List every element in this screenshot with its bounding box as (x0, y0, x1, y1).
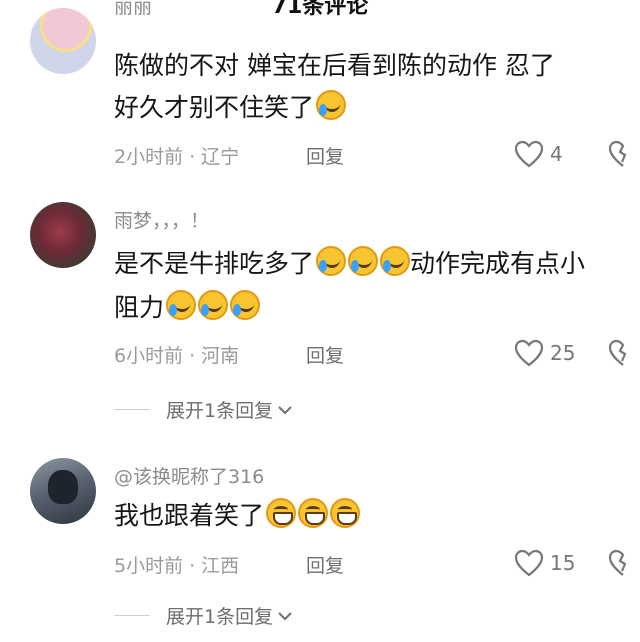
laughing-tears-emoji (316, 246, 347, 276)
heart-outline-icon (514, 140, 544, 168)
reply-button[interactable]: 回复 (306, 341, 344, 368)
comment-time: 6小时前 (114, 345, 184, 367)
chevron-down-icon (278, 611, 292, 620)
comment-username[interactable]: @该换昵称了316 (114, 462, 264, 489)
avatar[interactable] (30, 458, 96, 524)
laughing-tears-emoji (316, 90, 347, 120)
laughing-tears-emoji (198, 290, 229, 320)
laughing-tears-emoji (166, 290, 197, 320)
like-button[interactable]: 15 (514, 549, 575, 577)
grinning-emoji (298, 498, 329, 528)
expand-replies-button[interactable]: 展开1条回复 (114, 396, 293, 423)
like-count: 25 (550, 341, 576, 365)
broken-heart-icon (608, 140, 627, 167)
chevron-down-icon (278, 405, 292, 414)
comment-text-line: 阻力 (114, 282, 261, 334)
dislike-button[interactable] (608, 339, 638, 371)
expand-replies-button[interactable]: 展开1条回复 (114, 602, 293, 629)
grinning-emoji (266, 498, 297, 528)
comment-time: 5小时前 (114, 555, 184, 577)
divider (114, 409, 150, 410)
divider (114, 615, 150, 616)
laughing-tears-emoji (230, 290, 261, 320)
reply-button[interactable]: 回复 (306, 142, 344, 169)
comment-meta: 5小时前 · 江西 回复 (114, 551, 344, 578)
dislike-button[interactable] (608, 140, 638, 172)
comment-text-line: 我也跟着笑了 (114, 490, 361, 542)
comment-location: 江西 (201, 555, 240, 577)
comment-username[interactable]: 丽丽 (114, 0, 152, 19)
comment-text-line: 好久才别不住笑了 (114, 82, 347, 134)
broken-heart-icon (608, 339, 627, 366)
laughing-tears-emoji (380, 246, 411, 276)
like-button[interactable]: 4 (514, 140, 563, 168)
laughing-tears-emoji (348, 246, 379, 276)
heart-outline-icon (514, 339, 544, 367)
avatar[interactable] (30, 202, 96, 268)
comments-header-title: 71条评论 (271, 0, 369, 19)
grinning-emoji (330, 498, 361, 528)
comment-time: 2小时前 (114, 146, 184, 168)
like-count: 15 (550, 551, 576, 575)
comment-meta: 2小时前 · 辽宁 回复 (114, 142, 344, 169)
comment-location: 辽宁 (201, 146, 240, 168)
dislike-button[interactable] (608, 549, 638, 581)
heart-outline-icon (514, 549, 544, 577)
comment-username[interactable]: 雨梦，，，！ (114, 206, 209, 233)
comment-location: 河南 (201, 345, 240, 367)
avatar[interactable] (30, 8, 96, 74)
reply-button[interactable]: 回复 (306, 551, 344, 578)
comment-meta: 6小时前 · 河南 回复 (114, 341, 344, 368)
like-count: 4 (550, 142, 563, 166)
like-button[interactable]: 25 (514, 339, 575, 367)
broken-heart-icon (608, 549, 627, 576)
